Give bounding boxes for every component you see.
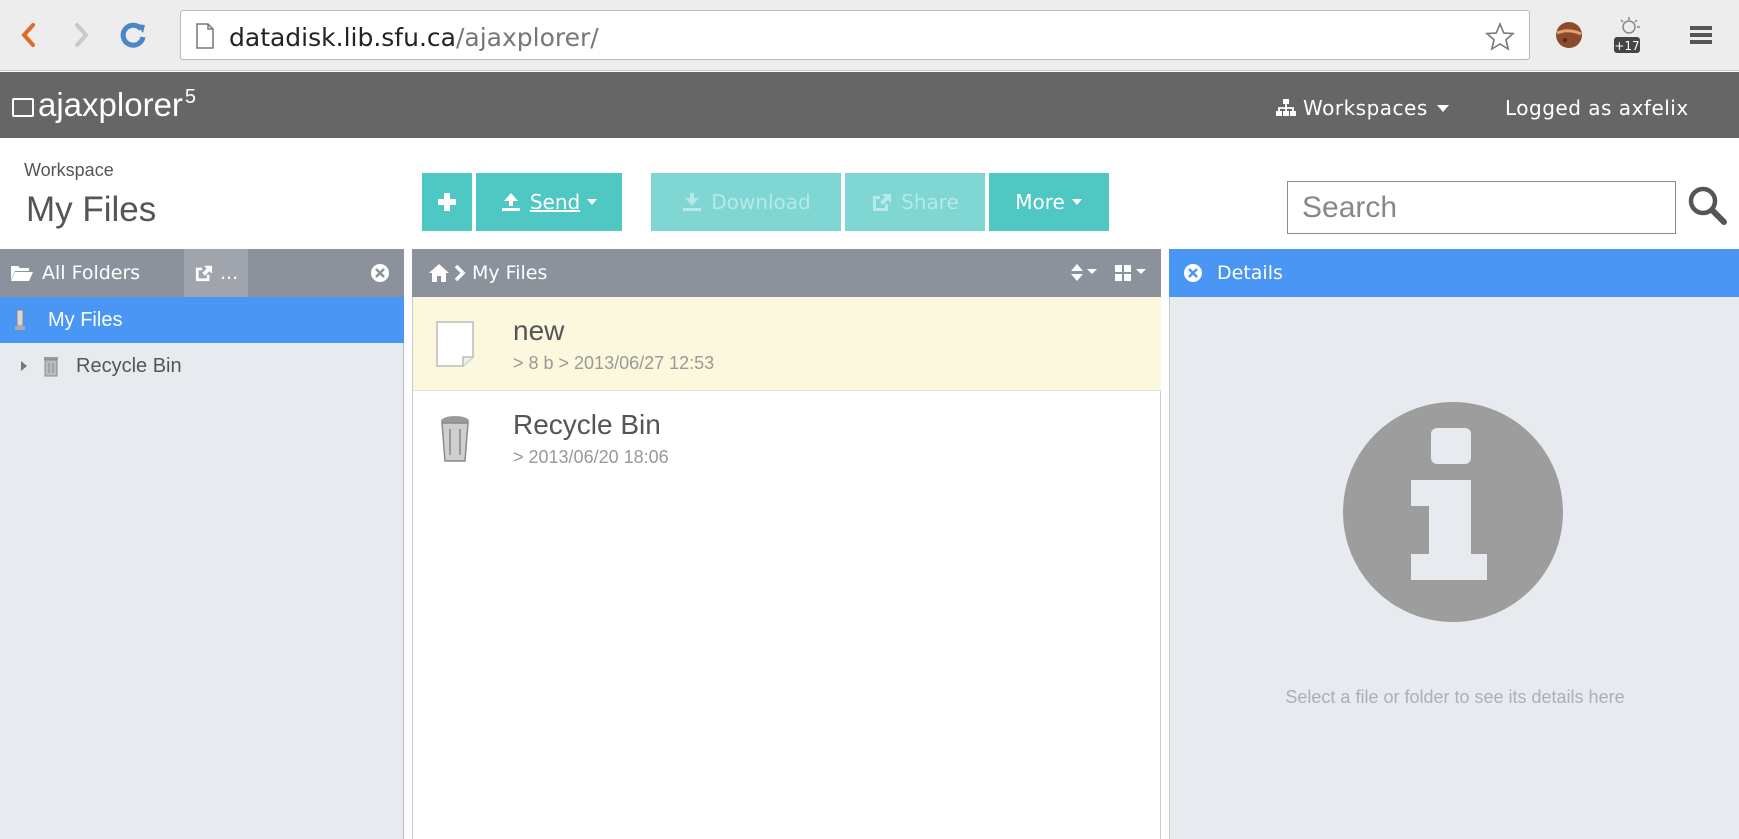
- close-circle-icon[interactable]: [370, 263, 390, 283]
- send-label: Send: [529, 190, 581, 214]
- upload-icon: [501, 193, 520, 211]
- share-icon: [873, 194, 892, 211]
- folder-tree: My Files Recycle Bin: [0, 297, 404, 839]
- file-icon: [436, 321, 474, 367]
- tree-item-recycle-bin[interactable]: Recycle Bin: [0, 343, 404, 389]
- shared-folders-tab[interactable]: ...: [184, 249, 248, 297]
- details-empty-message: Select a file or folder to see its detai…: [1285, 687, 1625, 707]
- app-header: ajaxplorer 5 Workspaces Logged as axfeli…: [0, 72, 1739, 138]
- page-icon: [196, 23, 214, 49]
- caret-down-icon: [1436, 105, 1449, 112]
- browser-toolbar: datadisk.lib.sfu.ca/ajaxplorer/ +17: [0, 0, 1739, 71]
- logo-box-icon: [12, 98, 34, 117]
- logo-text: ajaxplorer: [38, 86, 183, 123]
- back-button[interactable]: [14, 18, 44, 52]
- download-label: Download: [711, 190, 811, 214]
- caret-down-icon: [587, 199, 598, 205]
- shared-folders-label: ...: [220, 262, 239, 284]
- extension-cookie-icon[interactable]: [1553, 18, 1585, 52]
- back-arrow-icon: [21, 23, 35, 47]
- forward-button[interactable]: [66, 18, 96, 52]
- plus-icon: [438, 193, 456, 211]
- app-logo[interactable]: ajaxplorer 5: [12, 86, 196, 124]
- page-title: My Files: [26, 190, 157, 229]
- file-list: new > 8 b > 2013/06/27 12:53 Recycle Bin…: [412, 297, 1161, 839]
- drive-icon: [15, 309, 25, 330]
- share-label: Share: [901, 190, 959, 214]
- file-meta: > 8 b > 2013/06/27 12:53: [513, 353, 715, 373]
- caret-down-icon: [1071, 199, 1082, 205]
- new-button[interactable]: [422, 173, 472, 231]
- folder-open-icon: [11, 266, 33, 281]
- file-row-new[interactable]: new > 8 b > 2013/06/27 12:53: [413, 297, 1161, 391]
- extension-weather-icon[interactable]: +17: [1605, 17, 1649, 53]
- forward-arrow-icon: [75, 23, 89, 47]
- url-text: datadisk.lib.sfu.ca/ajaxplorer/: [229, 23, 599, 52]
- share-icon: [195, 265, 213, 282]
- folders-panel-title: All Folders: [42, 262, 141, 284]
- tree-item-my-files[interactable]: My Files: [0, 297, 404, 343]
- tree-item-label: My Files: [48, 308, 123, 331]
- folders-panel-header: All Folders ...: [0, 249, 404, 297]
- bookmark-star-icon[interactable]: [1485, 22, 1515, 52]
- browser-menu-icon[interactable]: [1684, 18, 1718, 52]
- search-field[interactable]: [1287, 181, 1676, 234]
- files-panel-header: My Files: [412, 249, 1161, 297]
- details-panel: Select a file or folder to see its detai…: [1169, 297, 1739, 839]
- search-input[interactable]: [1288, 182, 1675, 233]
- reload-icon: [120, 22, 146, 48]
- view-mode-icon[interactable]: [1114, 263, 1150, 283]
- file-name: Recycle Bin: [513, 409, 661, 440]
- share-button[interactable]: Share: [845, 173, 985, 231]
- sort-icon[interactable]: [1070, 263, 1100, 283]
- workspace-label: Workspace: [24, 160, 114, 180]
- tree-item-label: Recycle Bin: [76, 354, 182, 377]
- home-icon[interactable]: [428, 263, 450, 283]
- more-label: More: [1015, 190, 1065, 214]
- download-icon: [683, 193, 702, 211]
- address-bar[interactable]: datadisk.lib.sfu.ca/ajaxplorer/: [180, 10, 1530, 60]
- workspaces-label: Workspaces: [1303, 96, 1428, 120]
- breadcrumb[interactable]: My Files: [472, 262, 547, 284]
- send-button[interactable]: Send: [476, 173, 622, 231]
- logo-version: 5: [184, 86, 197, 108]
- search-icon[interactable]: [1686, 184, 1728, 231]
- file-meta: > 2013/06/20 18:06: [513, 447, 669, 467]
- download-button[interactable]: Download: [651, 173, 841, 231]
- reload-button[interactable]: [118, 18, 148, 52]
- svg-text:+17: +17: [1614, 39, 1639, 53]
- trash-icon: [441, 416, 469, 462]
- trash-icon: [44, 357, 58, 377]
- chevron-right-icon: [454, 264, 466, 282]
- more-button[interactable]: More: [989, 173, 1109, 231]
- logged-user[interactable]: Logged as axfelix: [1505, 96, 1689, 120]
- sitemap-icon: [1276, 99, 1296, 116]
- file-name: new: [513, 315, 565, 346]
- expand-triangle-icon[interactable]: [20, 360, 28, 372]
- details-panel-title: Details: [1217, 262, 1283, 284]
- logged-user-label: Logged as axfelix: [1505, 96, 1689, 120]
- file-row-recycle-bin[interactable]: Recycle Bin > 2013/06/20 18:06: [413, 391, 1161, 485]
- info-icon: [1343, 402, 1563, 622]
- close-circle-icon[interactable]: [1183, 263, 1203, 283]
- workspaces-menu[interactable]: Workspaces: [1275, 96, 1450, 120]
- details-panel-header: Details: [1169, 249, 1739, 297]
